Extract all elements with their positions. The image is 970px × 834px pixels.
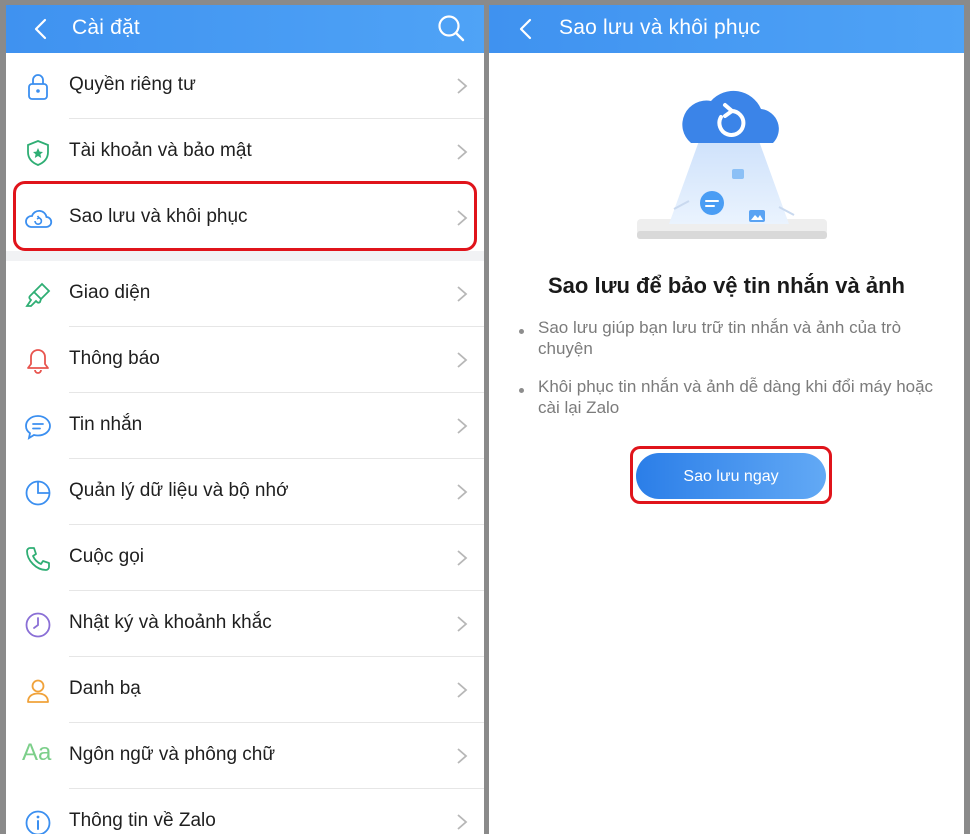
menu-item-account-security[interactable]: Tài khoản và bảo mật (6, 119, 484, 185)
bullet-text: Khôi phục tin nhắn và ảnh dễ dàng khi đổ… (538, 377, 934, 417)
chevron-right-icon (457, 814, 468, 830)
section-gap (6, 251, 484, 261)
lock-icon (28, 74, 48, 100)
menu-item-notifications[interactable]: Thông báo (6, 327, 484, 393)
clock-icon (25, 612, 51, 638)
bullet-dot (519, 388, 524, 393)
menu-item-about-zalo[interactable]: Thông tin về Zalo (6, 789, 484, 834)
phone-icon (26, 547, 50, 571)
backup-heading: Sao lưu để bảo vệ tin nhắn và ảnh (548, 273, 905, 298)
shield-icon (27, 140, 49, 166)
menu-item-data-storage[interactable]: Quản lý dữ liệu và bộ nhớ (6, 459, 484, 525)
menu-item-label: Sao lưu và khôi phục (69, 206, 248, 227)
menu-item-label: Danh bạ (69, 678, 141, 699)
menu-item-label: Thông tin về Zalo (69, 810, 216, 831)
cloud-restore-illustration (637, 90, 827, 239)
chevron-right-icon (457, 144, 468, 160)
settings-header: Cài đặt (6, 5, 484, 53)
chat-bubble-icon (25, 415, 51, 440)
menu-item-label: Ngôn ngữ và phông chữ (69, 744, 276, 765)
backup-restore-screen: Sao lưu và khôi phục Sao lưu để bảo vệ t… (489, 5, 964, 834)
chevron-right-icon (457, 616, 468, 632)
paint-brush-icon (25, 282, 51, 307)
bullet-text: Sao lưu giúp bạn lưu trữ tin nhắn và ảnh… (538, 318, 902, 358)
menu-item-label: Tin nhắn (69, 414, 143, 435)
person-icon (27, 679, 49, 703)
menu-item-label: Quản lý dữ liệu và bộ nhớ (69, 480, 289, 501)
cloud-backup-icon (25, 209, 53, 228)
chevron-right-icon (457, 418, 468, 434)
settings-screen: Cài đặt Quyền riêng tư Tài khoản và bảo … (6, 5, 484, 834)
chevron-right-icon (457, 210, 468, 226)
menu-item-messages[interactable]: Tin nhắn (6, 393, 484, 459)
font-aa-icon: Aa (22, 739, 52, 766)
chevron-right-icon (457, 484, 468, 500)
menu-item-label: Nhật ký và khoảnh khắc (69, 612, 272, 633)
menu-item-label: Thông báo (69, 348, 160, 369)
backup-now-button[interactable]: Sao lưu ngay (636, 453, 826, 499)
menu-item-backup-restore[interactable]: Sao lưu và khôi phục (6, 185, 484, 251)
bullet-item: Sao lưu giúp bạn lưu trữ tin nhắn và ảnh… (519, 317, 934, 359)
bell-icon (27, 349, 49, 374)
menu-item-label: Cuộc gọi (69, 546, 144, 567)
menu-item-calls[interactable]: Cuộc gọi (6, 525, 484, 591)
menu-item-label: Quyền riêng tư (69, 74, 196, 95)
menu-item-contacts[interactable]: Danh bạ (6, 657, 484, 723)
chevron-right-icon (457, 682, 468, 698)
menu-item-diary-moments[interactable]: Nhật ký và khoảnh khắc (6, 591, 484, 657)
back-arrow-icon[interactable] (30, 17, 54, 41)
menu-item-label: Giao diện (69, 282, 151, 303)
menu-item-label: Tài khoản và bảo mật (69, 140, 252, 161)
page-title: Sao lưu và khôi phục (559, 16, 761, 39)
menu-item-privacy[interactable]: Quyền riêng tư (6, 53, 484, 119)
menu-item-language-font[interactable]: Aa Ngôn ngữ và phông chữ (6, 723, 484, 789)
chevron-right-icon (457, 748, 468, 764)
page-title: Cài đặt (72, 16, 140, 39)
backup-header: Sao lưu và khôi phục (489, 5, 964, 53)
info-icon (25, 810, 51, 834)
chevron-right-icon (457, 550, 468, 566)
chevron-right-icon (457, 352, 468, 368)
menu-item-appearance[interactable]: Giao diện (6, 261, 484, 327)
back-arrow-icon[interactable] (515, 17, 539, 41)
search-icon[interactable] (436, 13, 466, 43)
chevron-right-icon (457, 78, 468, 94)
settings-menu: Quyền riêng tư Tài khoản và bảo mật Sao … (6, 53, 484, 834)
chevron-right-icon (457, 286, 468, 302)
pie-chart-icon (25, 480, 51, 506)
bullet-item: Khôi phục tin nhắn và ảnh dễ dàng khi đổ… (519, 376, 934, 418)
bullet-dot (519, 329, 524, 334)
